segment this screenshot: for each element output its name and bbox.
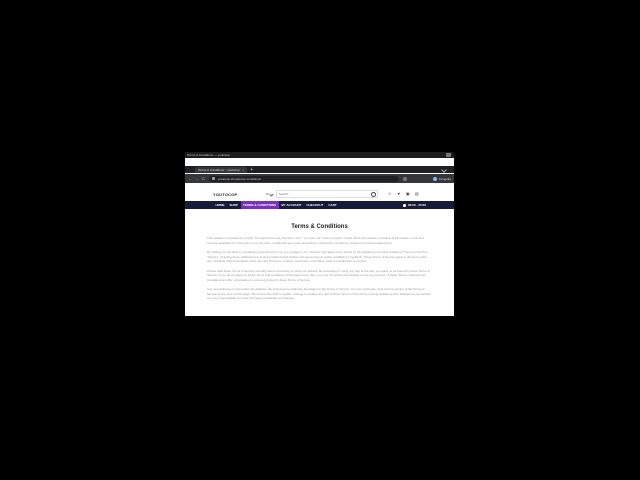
site-logo[interactable]: YOUTOCOP: [213, 192, 237, 197]
nav-item-home[interactable]: HOME: [213, 201, 227, 209]
nav-menu: HOME SHOP TERMS & CONDITIONS MY ACCOUNT …: [213, 201, 339, 209]
nav-item-shop[interactable]: SHOP: [227, 201, 241, 209]
opening-hours-text: 09:00 - 20:00: [407, 203, 426, 207]
video-bottom-bar: [185, 316, 454, 324]
new-tab-button[interactable]: +: [250, 167, 253, 173]
nav-item-cart[interactable]: CART: [326, 201, 339, 209]
search-input[interactable]: [276, 192, 369, 196]
clock-icon: [402, 203, 406, 207]
search-icon[interactable]: [370, 191, 376, 197]
opening-hours: 09:00 - 20:00: [402, 203, 426, 207]
header-icons: ☺ ♥ ▣ ▤: [388, 192, 419, 196]
nav-item-terms[interactable]: TERMS & CONDITIONS: [240, 201, 279, 209]
forward-button[interactable]: →: [195, 176, 199, 181]
tab-bar: Terms & Conditions – youtocop × +: [185, 166, 454, 173]
browser-tab[interactable]: Terms & Conditions – youtocop ×: [195, 166, 248, 173]
back-button[interactable]: ←: [188, 176, 192, 181]
site-info-icon[interactable]: [211, 177, 215, 180]
tab-title: Terms & Conditions – youtocop: [198, 167, 240, 172]
url-text: youtocop.shop/terms-conditions/: [217, 176, 262, 181]
category-select[interactable]: All: [265, 191, 274, 197]
chevron-down-icon: [269, 191, 274, 197]
main-nav: HOME SHOP TERMS & CONDITIONS MY ACCOUNT …: [185, 201, 454, 209]
content-paragraph: By visiting our site and/ or purchasing …: [207, 250, 430, 263]
address-bar-row: ← → C youtocop.shop/terms-conditions/ In…: [185, 174, 454, 183]
browser-screenshot: Terms & Conditions — youtocop Terms & Co…: [185, 152, 454, 324]
tab-close-icon[interactable]: ×: [243, 168, 245, 172]
user-icon[interactable]: ☺: [388, 192, 392, 196]
url-field[interactable]: youtocop.shop/terms-conditions/: [208, 175, 399, 182]
incognito-icon: [432, 176, 437, 181]
incognito-badge[interactable]: Incognito: [432, 176, 451, 181]
heart-icon[interactable]: ♥: [397, 192, 401, 196]
content-paragraph: Please read these Terms of Service caref…: [207, 268, 431, 282]
window-controls-icon[interactable]: [446, 153, 451, 157]
compare-icon[interactable]: ▤: [415, 192, 419, 196]
content-paragraph: This website is operated by Cop24. Throu…: [207, 236, 424, 245]
nav-item-my-account[interactable]: MY ACCOUNT: [279, 201, 304, 209]
nav-item-checkout[interactable]: CHECKOUT: [304, 201, 326, 209]
os-taskbar: Terms & Conditions — youtocop: [185, 152, 454, 158]
search-box: [275, 190, 378, 198]
extension-icon[interactable]: [402, 176, 407, 181]
incognito-label: Incognito: [438, 176, 451, 181]
os-window-title: Terms & Conditions — youtocop: [187, 153, 230, 157]
page-content: Terms & Conditions This website is opera…: [207, 214, 432, 306]
content-paragraph: Any new features or tools which are adde…: [207, 287, 432, 300]
tab-search-chevron-icon[interactable]: [441, 166, 447, 173]
video-frame: Terms & Conditions — youtocop Terms & Co…: [185, 0, 454, 480]
reload-button[interactable]: C: [202, 176, 205, 181]
page-title: Terms & Conditions: [291, 224, 348, 230]
cart-icon[interactable]: ▣: [406, 192, 410, 196]
site-header: YOUTOCOP All ☺ ♥ ▣ ▤: [185, 187, 454, 201]
